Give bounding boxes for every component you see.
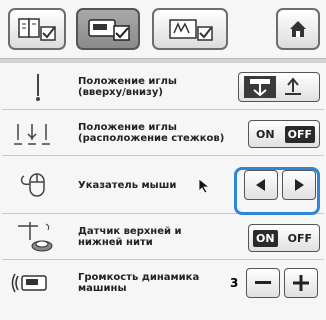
tab-sewing-settings[interactable] — [76, 8, 140, 50]
needle-up-down-icon — [244, 76, 301, 98]
thread-sensor-label: Датчик верхней и нижней нити — [78, 226, 182, 248]
needle-position-up-down-label: Положение иглы (вверху/внизу) — [78, 76, 177, 98]
needle-position-icon — [8, 116, 68, 150]
home-icon — [290, 21, 306, 37]
tab-general-settings[interactable] — [8, 8, 66, 50]
settings-tab-bar — [0, 0, 326, 58]
tab-embroidery-settings[interactable] — [152, 8, 228, 50]
selection-highlight — [234, 167, 320, 215]
volume-decrease-button[interactable] — [246, 268, 280, 298]
needle-stitch-position-toggle[interactable]: ON OFF — [248, 120, 320, 148]
book-check-icon — [18, 18, 56, 41]
needle-stitch-position-label: Положение иглы (расположение стежков) — [78, 122, 225, 144]
minus-icon — [255, 281, 271, 284]
volume-value: 3 — [230, 276, 239, 290]
setting-row-needle-position-up-down: Положение иглы (вверху/внизу) — [2, 64, 324, 110]
volume-increase-button[interactable] — [284, 268, 318, 298]
speaker-icon — [8, 266, 68, 300]
speaker-volume-label: Громкость динамика машины — [78, 272, 200, 294]
embroidery-check-icon — [169, 19, 213, 41]
home-button[interactable] — [276, 8, 320, 50]
tab-bar-separator — [0, 58, 326, 63]
off-option-selected: OFF — [284, 125, 315, 143]
thread-sensor-toggle[interactable]: ON OFF — [248, 224, 320, 252]
on-option-selected: ON — [253, 229, 278, 247]
needle-up-down-toggle-button[interactable] — [238, 72, 320, 102]
mouse-cursor-icon — [198, 178, 211, 194]
thread-sensor-icon — [8, 220, 68, 254]
off-option: OFF — [287, 231, 312, 245]
needle-icon — [8, 70, 68, 104]
plus-icon — [293, 275, 309, 291]
mouse-pointer-label: Указатель мыши — [78, 179, 177, 191]
on-option: ON — [256, 127, 275, 141]
mouse-icon — [8, 168, 68, 202]
setting-row-needle-stitch-position: Положение иглы (расположение стежков) ON… — [2, 110, 324, 156]
sewing-machine-check-icon — [88, 19, 130, 41]
setting-row-thread-sensor: Датчик верхней и нижней нити ON OFF — [2, 214, 324, 260]
setting-row-speaker-volume: Громкость динамика машины 3 — [2, 260, 324, 320]
